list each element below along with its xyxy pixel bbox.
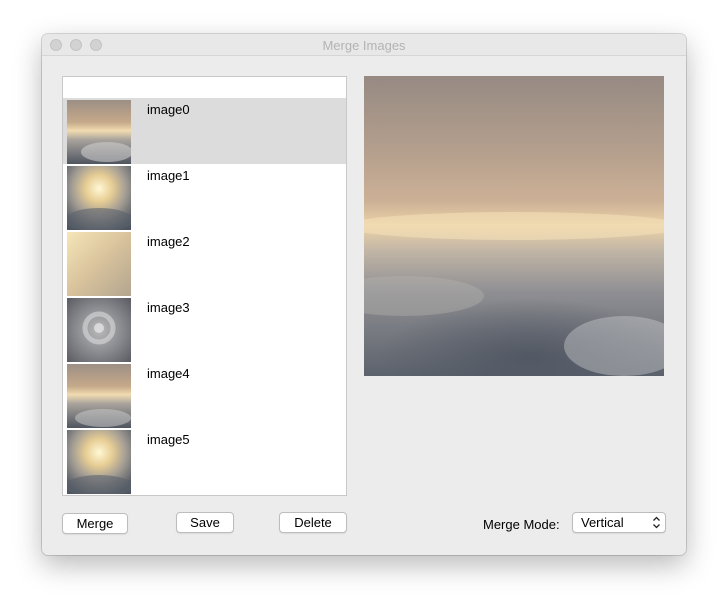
- merge-button[interactable]: Merge: [62, 513, 128, 534]
- clouds-horizon-icon: [67, 364, 131, 428]
- save-button[interactable]: Save: [176, 512, 234, 533]
- list-item-label: image4: [147, 366, 190, 381]
- list-item-label: image3: [147, 300, 190, 315]
- image-list[interactable]: image0 image1 image2 image3 image4 image…: [62, 76, 347, 496]
- clouds-horizon-icon: [67, 100, 131, 164]
- list-item-label: image2: [147, 234, 190, 249]
- delete-button[interactable]: Delete: [279, 512, 347, 533]
- list-item-image0[interactable]: image0: [63, 98, 346, 164]
- clouds-sunburst-icon: [67, 430, 131, 494]
- list-item-image4[interactable]: image4: [63, 362, 346, 428]
- clouds-sunburst-icon: [67, 166, 131, 230]
- list-item-label: image1: [147, 168, 190, 183]
- merge-mode-value: Vertical: [581, 515, 624, 530]
- list-item-image5[interactable]: image5: [63, 428, 346, 494]
- list-item-image1[interactable]: image1: [63, 164, 346, 230]
- chevron-updown-icon: [653, 516, 660, 529]
- merge-images-window: Merge Images image0 image1 image2 image3…: [42, 34, 686, 555]
- window-title: Merge Images: [322, 38, 406, 53]
- list-item-image3[interactable]: image3: [63, 296, 346, 362]
- sunlit-sky-icon: [67, 232, 131, 296]
- cloud-swirl-icon: [67, 298, 131, 362]
- merged-image-preview: [364, 76, 664, 376]
- list-item-label: image5: [147, 432, 190, 447]
- merge-mode-label: Merge Mode:: [483, 517, 560, 532]
- list-item-image2[interactable]: image2: [63, 230, 346, 296]
- titlebar: Merge Images: [42, 34, 686, 56]
- merge-mode-select[interactable]: Vertical: [572, 512, 666, 533]
- list-item-label: image0: [147, 102, 190, 117]
- list-header: [63, 77, 346, 98]
